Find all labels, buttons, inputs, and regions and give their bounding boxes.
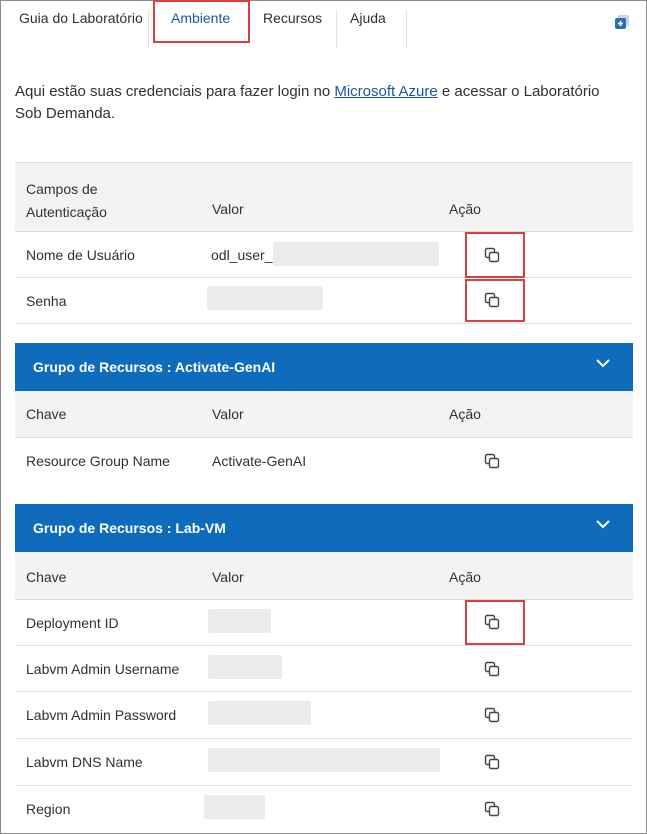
copy-highlight [465, 279, 525, 322]
resource-group-table: Chave Valor Ação Deployment ID Labvm Adm… [15, 552, 633, 831]
table-row: Senha [15, 278, 633, 324]
header-value: Valor [212, 406, 244, 422]
tab-help[interactable]: Ajuda [350, 0, 386, 36]
copy-icon[interactable] [484, 661, 500, 677]
tab-highlight [153, 0, 250, 43]
header-value: Valor [212, 569, 244, 585]
tab-resources[interactable]: Recursos [263, 0, 322, 36]
table-row: Deployment ID [15, 600, 633, 646]
field-password-label: Senha [26, 293, 67, 309]
header-key: Chave [26, 569, 67, 585]
header-action: Ação [449, 406, 481, 422]
redacted-value [208, 748, 440, 772]
redacted-value [207, 286, 323, 310]
header-action: Ação [449, 569, 481, 585]
copy-highlight [465, 600, 525, 645]
copy-icon[interactable] [484, 453, 500, 469]
expand-window-icon[interactable] [614, 14, 630, 30]
table-row: Nome de Usuário odl_user_ [15, 232, 633, 278]
tab-bar: Guia do Laboratório Ambiente Recursos Aj… [0, 0, 647, 48]
table-header: Chave Valor Ação [15, 552, 633, 600]
header-action: Ação [449, 201, 481, 217]
table-row: Labvm Admin Password [15, 692, 633, 739]
field-username-label: Nome de Usuário [26, 247, 135, 263]
intro-before: Aqui estão suas credenciais para fazer l… [15, 83, 335, 100]
chevron-down-icon[interactable] [595, 518, 611, 530]
redacted-value [273, 242, 439, 266]
microsoft-azure-link[interactable]: Microsoft Azure [334, 83, 437, 100]
key-label: Labvm Admin Password [26, 707, 177, 723]
resource-group-title: Grupo de Recursos : Lab-VM [33, 520, 226, 536]
table-row: Labvm Admin Username [15, 646, 633, 692]
tab-divider [148, 10, 149, 48]
redacted-value [208, 609, 271, 633]
copy-highlight [465, 232, 525, 278]
key-label: Labvm DNS Name [26, 754, 143, 770]
intro-text: Aqui estão suas credenciais para fazer l… [15, 81, 630, 125]
auth-table-header: Campos de Autenticação Valor Ação [15, 162, 633, 232]
table-row: Resource Group Name Activate-GenAI [15, 438, 633, 484]
copy-icon[interactable] [484, 801, 500, 817]
redacted-value [208, 655, 282, 679]
key-label: Deployment ID [26, 615, 119, 631]
key-label: Region [26, 801, 71, 817]
table-row: Labvm DNS Name [15, 739, 633, 786]
redacted-value [208, 701, 311, 725]
value-text: Activate-GenAI [212, 453, 307, 469]
field-username-value: odl_user_ [211, 247, 273, 263]
tab-divider [406, 10, 407, 48]
header-key: Chave [26, 406, 67, 422]
table-header: Chave Valor Ação [15, 391, 633, 438]
auth-table: Campos de Autenticação Valor Ação Nome d… [15, 162, 633, 324]
key-label: Labvm Admin Username [26, 661, 180, 677]
header-value: Valor [212, 201, 244, 217]
table-row: Region [15, 786, 633, 831]
copy-icon[interactable] [484, 707, 500, 723]
key-label: Resource Group Name [26, 453, 170, 469]
header-auth-fields: Campos de Autenticação [26, 181, 107, 220]
resource-group-header[interactable]: Grupo de Recursos : Activate-GenAI [15, 343, 633, 391]
tab-lab-guide[interactable]: Guia do Laboratório [19, 0, 143, 36]
tab-divider [336, 10, 337, 48]
redacted-value [204, 795, 265, 819]
resource-group-table: Chave Valor Ação Resource Group Name Act… [15, 391, 633, 484]
resource-group-title: Grupo de Recursos : Activate-GenAI [33, 359, 276, 375]
chevron-down-icon[interactable] [595, 357, 611, 369]
resource-group-header[interactable]: Grupo de Recursos : Lab-VM [15, 504, 633, 552]
copy-icon[interactable] [484, 754, 500, 770]
